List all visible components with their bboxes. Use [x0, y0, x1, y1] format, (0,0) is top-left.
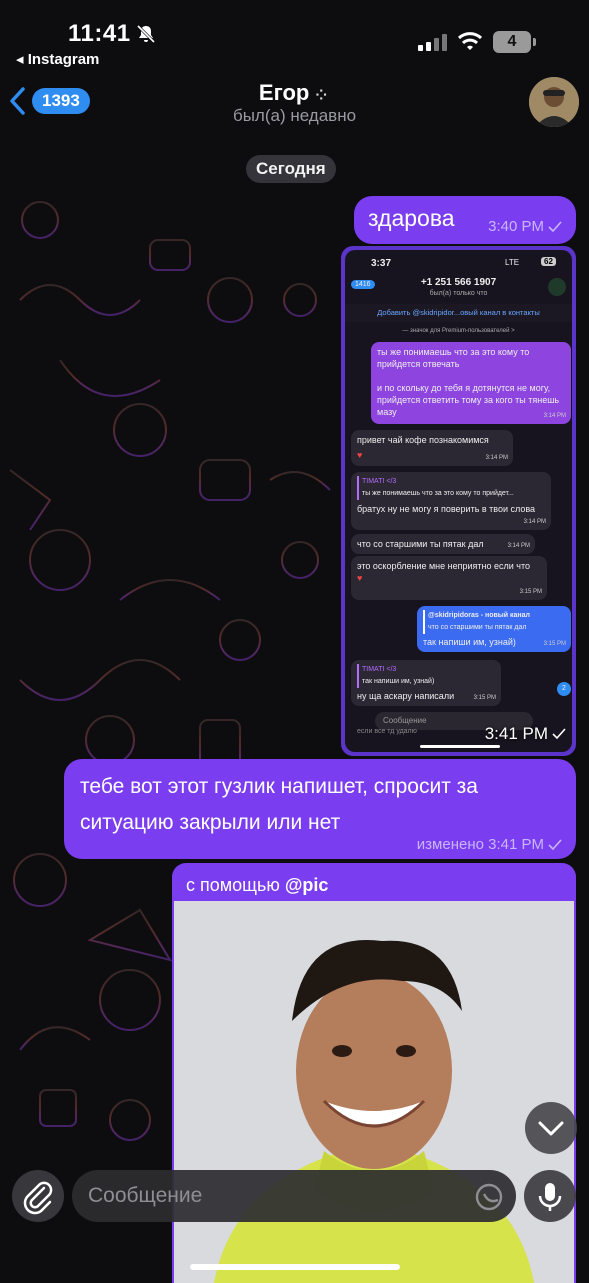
sent-check-icon: [552, 728, 566, 740]
ss-premium-note: — значок для Premium-пользователей >: [402, 328, 515, 334]
ss-message: TIMATI </3 так напиши им, узнай) ну ща а…: [351, 660, 501, 706]
sent-check-icon: [548, 220, 562, 232]
embedded-screenshot: 3:37 LTE 62 1416 +1 251 566 1907 был(а) …: [345, 250, 572, 752]
back-to-instagram[interactable]: ◂ Instagram: [16, 50, 99, 68]
heart-reaction-icon: ♥: [357, 573, 363, 583]
chat-header: 1393 Егор ⁘ был(а) недавно: [0, 74, 589, 134]
via-bot-caption: с помощью @pic: [186, 875, 329, 895]
paperclip-icon: [23, 1181, 53, 1215]
outgoing-message[interactable]: тебе вот этот гузлик напишет, спросит за…: [64, 759, 576, 859]
ss-time: 3:37: [371, 258, 392, 269]
ss-home-indicator: [420, 745, 500, 748]
battery-indicator: 4: [493, 31, 536, 53]
ss-message: это оскорбление мне неприятно если что ♥…: [351, 556, 547, 600]
ss-battery: 62: [541, 257, 556, 266]
message-meta: 3:40 PM: [488, 218, 562, 235]
status-bar: 11:41 ◂ Instagram 4: [0, 0, 589, 72]
wifi-icon: [457, 32, 483, 50]
heart-reaction-icon: ♥: [357, 450, 363, 460]
ss-message-tail: если все тд удалю: [357, 728, 417, 735]
sent-check-icon: [548, 838, 562, 850]
ss-network: LTE: [505, 258, 520, 267]
microphone-icon: [538, 1183, 562, 1211]
ss-message: @skidripidoras - новый канал что со стар…: [417, 606, 571, 652]
ss-contact: +1 251 566 1907: [420, 277, 497, 288]
ss-message: ты же понимаешь что за это кому то прийд…: [371, 342, 571, 424]
emoji-status-icon: ⁘: [315, 87, 331, 103]
clock: 11:41: [68, 20, 131, 47]
avatar[interactable]: [529, 77, 579, 127]
home-indicator: [190, 1264, 400, 1270]
portrait-photo: [174, 901, 574, 1283]
photo-attachment[interactable]: [174, 901, 574, 1283]
ss-seen: был(а) только что: [429, 290, 488, 297]
avatar-image: [529, 77, 579, 127]
ss-message: TIMATI </3 ты же понимаешь что за это ко…: [351, 472, 551, 530]
attach-button[interactable]: [12, 1170, 64, 1222]
ss-scroll-badge: 2: [557, 682, 571, 696]
contact-last-seen: был(а) недавно: [232, 106, 357, 125]
outgoing-message[interactable]: здарова 3:40 PM: [354, 196, 576, 244]
message-input[interactable]: [72, 1170, 516, 1222]
contact-name[interactable]: Егор ⁘: [0, 80, 589, 106]
date-separator: Сегодня: [246, 155, 336, 183]
bot-handle[interactable]: @pic: [285, 875, 329, 895]
chevron-down-icon: [538, 1121, 564, 1136]
scroll-to-bottom-button[interactable]: [525, 1102, 577, 1154]
ss-avatar: [548, 278, 566, 296]
message-time: изменено 3:41 PM: [416, 836, 544, 853]
cellular-signal-icon: [418, 34, 447, 51]
message-time: 3:40 PM: [488, 218, 544, 235]
message-time: 3:41 PM: [484, 724, 548, 743]
ss-message: что со старшими ты пятак дал 3:14 PM: [351, 534, 535, 554]
message-meta: изменено 3:41 PM: [417, 836, 562, 853]
outgoing-screenshot-message[interactable]: 3:37 LTE 62 1416 +1 251 566 1907 был(а) …: [341, 246, 576, 756]
ss-message: привет чай кофе познакомимся ♥ 3:14 PM: [351, 430, 513, 466]
voice-record-button[interactable]: [524, 1170, 576, 1222]
ss-add-contact-banner: Добавить @skidripidor...овый канал в кон…: [345, 304, 572, 322]
message-text: тебе вот этот гузлик напишет, спросит за…: [80, 775, 478, 834]
sticker-icon[interactable]: [474, 1182, 504, 1212]
message-text: здарова: [368, 205, 455, 231]
message-meta: 3:41 PM: [485, 724, 566, 744]
bell-off-icon: [136, 24, 156, 44]
